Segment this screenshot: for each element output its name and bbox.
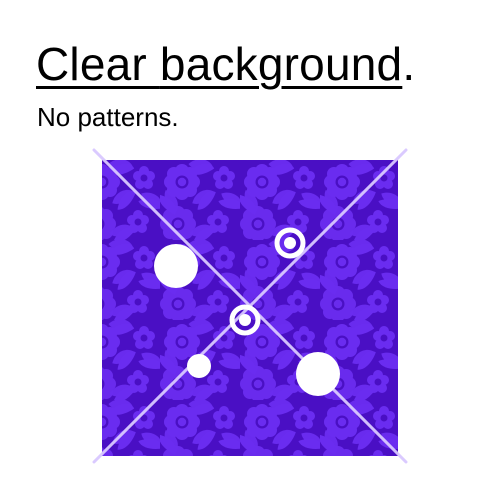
dot-marker-icon (187, 354, 211, 378)
ring-marker-center-icon (239, 314, 251, 326)
dot-marker-icon (154, 244, 198, 288)
page-root: Clear background. No patterns. (0, 0, 500, 500)
pattern-svg (92, 148, 408, 464)
ring-marker-center-icon (284, 237, 296, 249)
pattern-illustration (0, 0, 500, 500)
dot-marker-icon (296, 352, 340, 396)
